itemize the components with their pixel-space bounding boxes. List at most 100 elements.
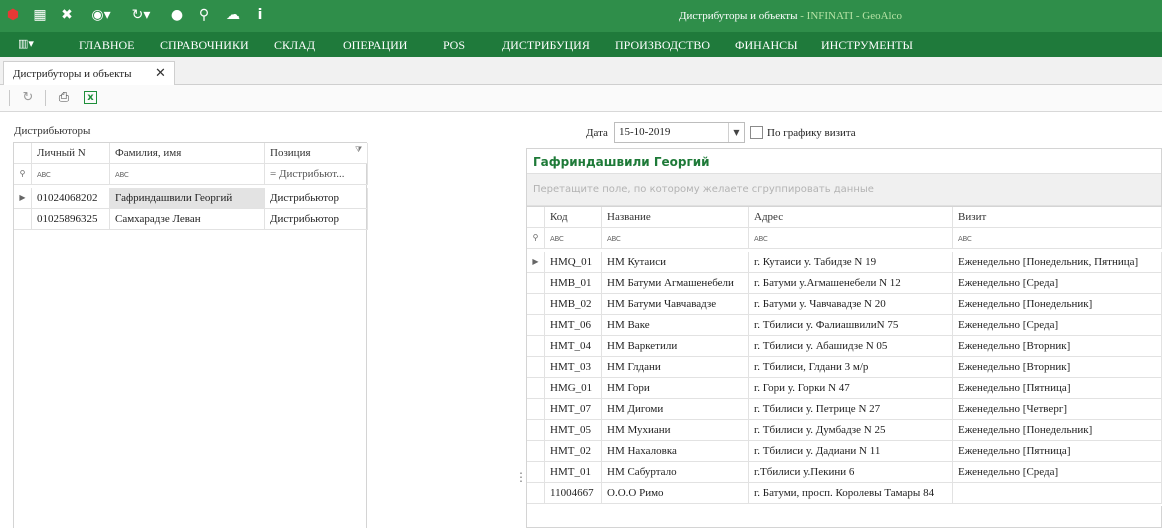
cell-name[interactable]: О.О.О Римо — [602, 483, 749, 504]
cell-visit[interactable]: Еженедельно [Среда] — [953, 462, 1162, 483]
cell-address[interactable]: г. Тбилиси у. Петрице N 27 — [749, 399, 953, 420]
menu-item-tools[interactable]: ИНСТРУМЕНТЫ — [821, 38, 913, 53]
menu-toggle-icon[interactable]: ▥▾ — [18, 37, 34, 50]
cell-position[interactable]: Дистрибьютор — [265, 209, 368, 230]
table-row[interactable]: HMT_05 НМ Мухиани г. Тбилиси у. Думбадзе N… — [527, 420, 1162, 441]
filter-cell-code[interactable]: ABC — [545, 228, 602, 249]
menu-item-warehouse[interactable]: СКЛАД — [274, 38, 315, 53]
cell-visit[interactable]: Еженедельно [Вторник] — [953, 357, 1162, 378]
cell-name[interactable]: НМ Батуми Чавчавадзе — [602, 294, 749, 315]
cell-visit[interactable]: Еженедельно [Среда] — [953, 273, 1162, 294]
calendar-icon[interactable]: ▦ — [32, 7, 48, 23]
cell-name[interactable]: НМ Нахаловка — [602, 441, 749, 462]
table-row[interactable]: HMG_01 НМ Гори г. Гори у. Горки N 47 Еженед… — [527, 378, 1162, 399]
cell-code[interactable]: HMT_05 — [545, 420, 602, 441]
table-row[interactable]: HMT_07 НМ Дигоми г. Тбилиси у. Петрице N 2… — [527, 399, 1162, 420]
cell-code[interactable]: HMG_01 — [545, 378, 602, 399]
cell-code[interactable]: HMT_07 — [545, 399, 602, 420]
cell-address[interactable]: г. Тбилиси у. Абашидзе N 05 — [749, 336, 953, 357]
cell-full-name[interactable]: Самхарадзе Леван — [110, 209, 265, 230]
tools-icon[interactable]: ✖ — [59, 7, 75, 23]
user-icon[interactable]: ● — [169, 7, 185, 23]
cell-full-name[interactable]: Гафриндашвили Георгий — [110, 188, 265, 209]
search-icon[interactable]: ⚲ — [196, 7, 212, 23]
cell-code[interactable]: HMB_01 — [545, 273, 602, 294]
cell-code[interactable]: HMT_03 — [545, 357, 602, 378]
cell-code[interactable]: 11004667 — [545, 483, 602, 504]
cell-position[interactable]: Дистрибьютор — [265, 188, 368, 209]
cell-visit[interactable]: Еженедельно [Понедельник] — [953, 294, 1162, 315]
palette-icon[interactable]: ◉▾ — [87, 7, 115, 23]
cell-address[interactable]: г. Тбилиси у. Думбадзе N 25 — [749, 420, 953, 441]
cell-address[interactable]: г. Батуми у.Агмашенебели N 12 — [749, 273, 953, 294]
cell-visit[interactable]: Еженедельно [Пятница] — [953, 378, 1162, 399]
cell-code[interactable]: HMT_06 — [545, 315, 602, 336]
cell-name[interactable]: НМ Гори — [602, 378, 749, 399]
cell-personal-n[interactable]: 01025896325 — [32, 209, 110, 230]
menu-item-distribution[interactable]: ДИСТРИБУЦИЯ — [502, 38, 590, 53]
cell-name[interactable]: НМ Глдани — [602, 357, 749, 378]
table-row[interactable]: HMB_01 НМ Батуми Агмашенебели г. Батуми у… — [527, 273, 1162, 294]
date-picker[interactable]: 15-10-2019 ▼ — [614, 122, 745, 143]
cell-name[interactable]: НМ Варкетили — [602, 336, 749, 357]
cell-address[interactable]: г. Батуми, просп. Королевы Тамары 84 — [749, 483, 953, 504]
cell-code[interactable]: HMB_02 — [545, 294, 602, 315]
table-row[interactable]: HMT_04 НМ Варкетили г. Тбилиси у. Абашидзе… — [527, 336, 1162, 357]
cell-address[interactable]: г. Тбилиси, Глдани 3 м/р — [749, 357, 953, 378]
cell-name[interactable]: НМ Сабуртало — [602, 462, 749, 483]
menu-item-finance[interactable]: ФИНАНСЫ — [735, 38, 798, 53]
visit-schedule-checkbox[interactable] — [750, 126, 763, 139]
chevron-down-icon[interactable]: ▼ — [728, 123, 744, 142]
table-row[interactable]: HMT_06 НМ Ваке г. Тбилиси у. ФалиашвилиN 7… — [527, 315, 1162, 336]
menu-item-pos[interactable]: POS — [443, 38, 465, 53]
cell-code[interactable]: HMT_01 — [545, 462, 602, 483]
cell-visit[interactable]: Еженедельно [Пятница] — [953, 441, 1162, 462]
filter-cell-position[interactable]: = Дистрибьют... — [265, 164, 368, 185]
table-row[interactable]: HMT_02 НМ Нахаловка г. Тбилиси у. Дадиани … — [527, 441, 1162, 462]
column-header-position[interactable]: Позиция — [265, 143, 368, 164]
filter-cell-full-name[interactable]: ABC — [110, 164, 265, 185]
column-header-name[interactable]: Название — [602, 207, 749, 228]
table-row[interactable]: ▶ 01024068202 Гафриндашвили Георгий Дист… — [14, 188, 368, 209]
app-logo-icon[interactable]: ⬢ — [5, 7, 21, 23]
print-icon[interactable]: ⎙ — [56, 90, 72, 106]
visit-schedule-label[interactable]: По графику визита — [767, 127, 856, 139]
excel-icon[interactable]: x — [84, 91, 97, 104]
table-row[interactable]: ▶ HMQ_01 НМ Кутаиси г. Кутаиси у. Табидзе N… — [527, 252, 1162, 273]
cell-visit[interactable]: Еженедельно [Среда] — [953, 315, 1162, 336]
menu-item-operations[interactable]: ОПЕРАЦИИ — [343, 38, 407, 53]
table-row[interactable]: HMB_02 НМ Батуми Чавчавадзе г. Батуми у. Ч… — [527, 294, 1162, 315]
filter-active-icon[interactable]: ⧩ — [355, 145, 362, 155]
refresh-icon[interactable]: ↻▾ — [127, 7, 155, 23]
table-row[interactable]: 11004667 О.О.О Римо г. Батуми, просп. Коро… — [527, 483, 1162, 504]
filter-cell-personal-n[interactable]: ABC — [32, 164, 110, 185]
cell-visit[interactable]: Еженедельно [Понедельник, Пятница] — [953, 252, 1162, 273]
column-header-full-name[interactable]: Фамилия, имя — [110, 143, 265, 164]
cell-name[interactable]: НМ Ваке — [602, 315, 749, 336]
cell-address[interactable]: г.Тбилиси у.Пекини 6 — [749, 462, 953, 483]
cell-address[interactable]: г. Кутаиси у. Табидзе N 19 — [749, 252, 953, 273]
filter-cell-address[interactable]: ABC — [749, 228, 953, 249]
column-header-personal-n[interactable]: Личный N — [32, 143, 110, 164]
menu-item-main[interactable]: ГЛАВНОЕ — [79, 38, 135, 53]
cell-name[interactable]: НМ Мухиани — [602, 420, 749, 441]
cell-code[interactable]: HMT_04 — [545, 336, 602, 357]
cell-name[interactable]: НМ Батуми Агмашенебели — [602, 273, 749, 294]
filter-cell-name[interactable]: ABC — [602, 228, 749, 249]
menu-item-references[interactable]: СПРАВОЧНИКИ — [160, 38, 249, 53]
cell-visit[interactable]: Еженедельно [Вторник] — [953, 336, 1162, 357]
cell-address[interactable]: г. Гори у. Горки N 47 — [749, 378, 953, 399]
menu-item-production[interactable]: ПРОИЗВОДСТВО — [615, 38, 710, 53]
column-header-address[interactable]: Адрес — [749, 207, 953, 228]
close-icon[interactable]: ✕ — [155, 66, 166, 81]
column-header-code[interactable]: Код — [545, 207, 602, 228]
cell-code[interactable]: HMT_02 — [545, 441, 602, 462]
cell-code[interactable]: HMQ_01 — [545, 252, 602, 273]
date-value[interactable]: 15-10-2019 — [619, 126, 670, 138]
cell-name[interactable]: НМ Дигоми — [602, 399, 749, 420]
table-row[interactable]: HMT_03 НМ Глдани г. Тбилиси, Глдани 3 м/р Е… — [527, 357, 1162, 378]
refresh-icon[interactable]: ↻ — [20, 90, 36, 106]
group-by-area[interactable]: Перетащите поле, по которому желаете сгр… — [527, 173, 1161, 206]
tab-distributors-objects[interactable]: Дистрибуторы и объекты ✕ — [3, 61, 175, 86]
cell-address[interactable]: г. Батуми у. Чавчавадзе N 20 — [749, 294, 953, 315]
